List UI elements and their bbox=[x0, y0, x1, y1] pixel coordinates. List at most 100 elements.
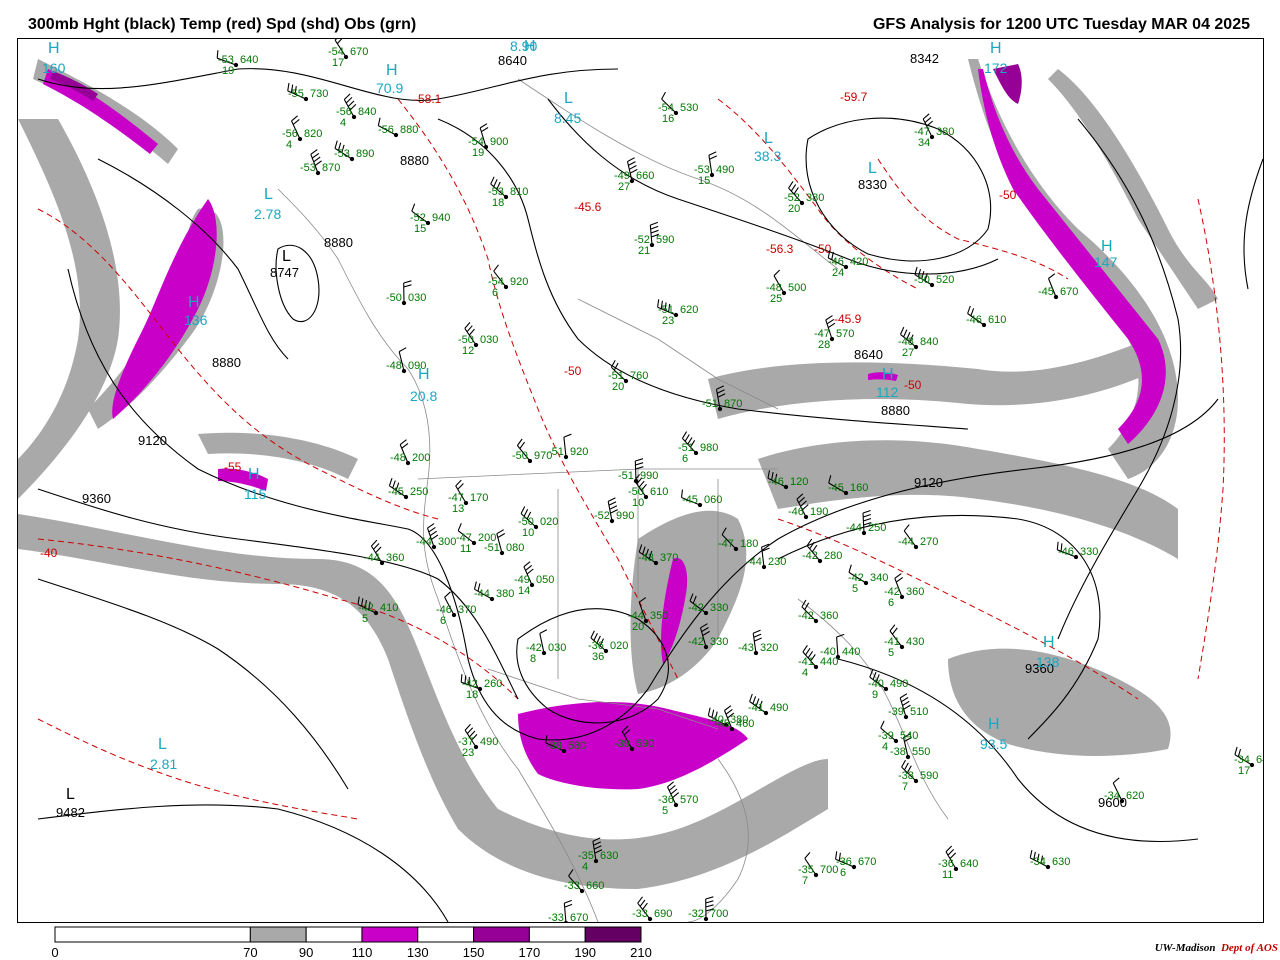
station-height: 840 bbox=[920, 336, 938, 348]
station-height: 640 bbox=[1256, 754, 1263, 766]
station-height: 940 bbox=[432, 212, 450, 224]
station-dot bbox=[629, 746, 635, 752]
station-dewpoint-depression: 10 bbox=[632, 497, 644, 509]
station-height: 700 bbox=[710, 908, 728, 920]
station-dot bbox=[393, 132, 399, 138]
height-label: 9120 bbox=[138, 433, 167, 448]
station-dot bbox=[843, 264, 849, 270]
station-dewpoint-depression: 4 bbox=[882, 741, 888, 753]
colorbar-bin bbox=[249, 926, 307, 943]
svg-text:2.81: 2.81 bbox=[150, 756, 177, 772]
station-temp: -34 bbox=[1030, 856, 1046, 868]
station-height: 870 bbox=[724, 398, 742, 410]
station-height: 030 bbox=[480, 334, 498, 346]
station-dot bbox=[629, 178, 635, 184]
station-dot bbox=[1073, 554, 1079, 560]
station-dot bbox=[647, 916, 653, 922]
colorbar-tick-label: 190 bbox=[574, 945, 597, 960]
station-dot bbox=[593, 858, 599, 864]
station-height: 440 bbox=[842, 646, 860, 658]
station-height: 050 bbox=[536, 574, 554, 586]
station-dewpoint-depression: 25 bbox=[770, 293, 782, 305]
temp-label: -58.1 bbox=[414, 92, 442, 106]
station-height: 270 bbox=[920, 536, 938, 548]
svg-text:38.3: 38.3 bbox=[754, 148, 781, 164]
station-temp: -34 bbox=[1104, 790, 1120, 802]
station-dewpoint-depression: 6 bbox=[840, 867, 846, 879]
svg-text:L: L bbox=[66, 786, 75, 803]
station-dot bbox=[349, 156, 355, 162]
station-dewpoint-depression: 7 bbox=[902, 781, 908, 793]
temp-label: -45.6 bbox=[574, 200, 602, 214]
station-height: 880 bbox=[400, 124, 418, 136]
colorbar-bin bbox=[473, 926, 530, 943]
station-height: 460 bbox=[736, 718, 754, 730]
station-dot bbox=[1053, 294, 1059, 300]
station-height: 380 bbox=[806, 192, 824, 204]
station-dot bbox=[609, 518, 615, 524]
station-temp: -56 bbox=[378, 124, 394, 136]
station-dot bbox=[541, 650, 547, 656]
station-temp: -53 bbox=[334, 148, 350, 160]
station-dot bbox=[623, 378, 629, 384]
station-height: 410 bbox=[380, 602, 398, 614]
station-height: 080 bbox=[506, 542, 524, 554]
svg-text:136: 136 bbox=[184, 312, 208, 328]
station-dot bbox=[503, 284, 509, 290]
svg-text:H: H bbox=[990, 40, 1002, 57]
colorbar-bin bbox=[54, 926, 251, 943]
svg-text:160: 160 bbox=[42, 60, 66, 76]
station-dewpoint-depression: 6 bbox=[888, 597, 894, 609]
station-height: 280 bbox=[824, 550, 842, 562]
credit-university: UW-Madison bbox=[1154, 942, 1216, 954]
station-height: 330 bbox=[710, 602, 728, 614]
station-dot bbox=[703, 644, 709, 650]
station-dot bbox=[703, 610, 709, 616]
colorbar-tick-label: 210 bbox=[630, 945, 652, 960]
station-height: 630 bbox=[600, 850, 618, 862]
station-dewpoint-depression: 20 bbox=[632, 621, 644, 633]
station-dot bbox=[893, 738, 899, 744]
station-temp: -38 bbox=[890, 746, 906, 758]
station-dewpoint-depression: 18 bbox=[466, 689, 478, 701]
station-height: 500 bbox=[788, 282, 806, 294]
station-height: 330 bbox=[1080, 546, 1098, 558]
station-temp: -33 bbox=[548, 912, 564, 922]
station-temp: -52 bbox=[594, 510, 610, 522]
station-dot bbox=[799, 200, 805, 206]
station-dot bbox=[643, 494, 649, 500]
station-height: 590 bbox=[920, 770, 938, 782]
svg-text:H: H bbox=[386, 62, 398, 79]
station-dewpoint-depression: 13 bbox=[452, 503, 464, 515]
svg-text:L: L bbox=[264, 186, 273, 203]
station-height: 380 bbox=[936, 126, 954, 138]
station-height: 670 bbox=[858, 856, 876, 868]
station-temp: -45 bbox=[682, 494, 698, 506]
station-temp: -44 bbox=[416, 536, 432, 548]
station-temp: -33 bbox=[564, 880, 580, 892]
station-height: 420 bbox=[850, 256, 868, 268]
station-dot bbox=[863, 580, 869, 586]
station-dot bbox=[781, 290, 787, 296]
station-dewpoint-depression: 17 bbox=[332, 57, 344, 69]
station-height: 360 bbox=[820, 610, 838, 622]
svg-text:H: H bbox=[1043, 634, 1055, 651]
station-height: 870 bbox=[322, 162, 340, 174]
station-dot bbox=[533, 524, 539, 530]
station-dewpoint-depression: 34 bbox=[918, 137, 930, 149]
station-height: 890 bbox=[356, 148, 374, 160]
height-label: 8880 bbox=[212, 355, 241, 370]
station-dot bbox=[431, 544, 437, 550]
station-dot bbox=[829, 336, 835, 342]
station-dot bbox=[861, 530, 867, 536]
station-height: 590 bbox=[656, 234, 674, 246]
svg-text:147: 147 bbox=[1094, 254, 1118, 270]
station-dot bbox=[913, 344, 919, 350]
station-dewpoint-depression: 19 bbox=[222, 65, 234, 77]
station-dewpoint-depression: 36 bbox=[592, 651, 604, 663]
station-dot bbox=[929, 134, 935, 140]
colorbar-tick-label: 70 bbox=[243, 945, 258, 960]
station-height: 350 bbox=[650, 610, 668, 622]
station-dot bbox=[473, 744, 479, 750]
height-label: 8880 bbox=[400, 153, 429, 168]
